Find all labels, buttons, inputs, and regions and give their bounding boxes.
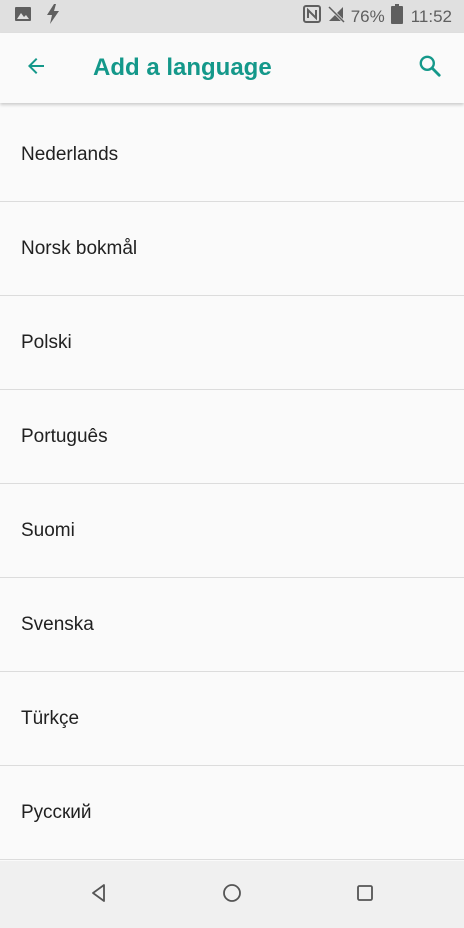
language-label: Svenska (21, 613, 94, 635)
language-label: Português (21, 425, 108, 447)
language-label: Suomi (21, 519, 75, 541)
recents-square-icon (356, 884, 374, 907)
arrow-left-icon (24, 54, 48, 83)
battery-icon (390, 4, 403, 29)
nav-recents-button[interactable] (345, 875, 385, 915)
language-label: Türkçe (21, 707, 80, 729)
list-item[interactable]: Nederlands (0, 108, 464, 202)
search-button[interactable] (408, 46, 452, 90)
page-title: Add a language (93, 54, 272, 81)
status-bar: 76% 11:52 (0, 0, 464, 33)
list-item[interactable]: Türkçe (0, 672, 464, 766)
navigation-bar (0, 861, 464, 928)
list-item[interactable]: Svenska (0, 578, 464, 672)
flash-icon (46, 4, 60, 29)
image-icon (14, 5, 32, 28)
language-label: Русский (21, 801, 92, 823)
no-signal-icon (327, 5, 345, 28)
language-label: Nederlands (21, 143, 119, 165)
language-label: Norsk bokmål (21, 237, 138, 259)
back-triangle-icon (89, 883, 109, 908)
list-item[interactable]: Norsk bokmål (0, 202, 464, 296)
app-bar: Add a language (0, 33, 464, 103)
language-label: Polski (21, 331, 72, 353)
search-icon (417, 53, 443, 84)
nfc-icon (302, 5, 321, 28)
nav-back-button[interactable] (79, 875, 119, 915)
screen: 76% 11:52 Add a language Nederlands Nors… (0, 0, 464, 928)
list-item[interactable]: Polski (0, 296, 464, 390)
nav-home-button[interactable] (212, 875, 252, 915)
list-item[interactable]: Русский (0, 766, 464, 860)
status-right: 76% 11:52 (302, 0, 452, 33)
home-circle-icon (222, 883, 242, 908)
status-left (14, 0, 60, 33)
list-item[interactable]: Português (0, 390, 464, 484)
language-list: Nederlands Norsk bokmål Polski Português… (0, 108, 464, 860)
list-item[interactable]: Suomi (0, 484, 464, 578)
back-button[interactable] (14, 46, 58, 90)
battery-percent: 76% (350, 6, 385, 26)
clock: 11:52 (410, 6, 452, 26)
